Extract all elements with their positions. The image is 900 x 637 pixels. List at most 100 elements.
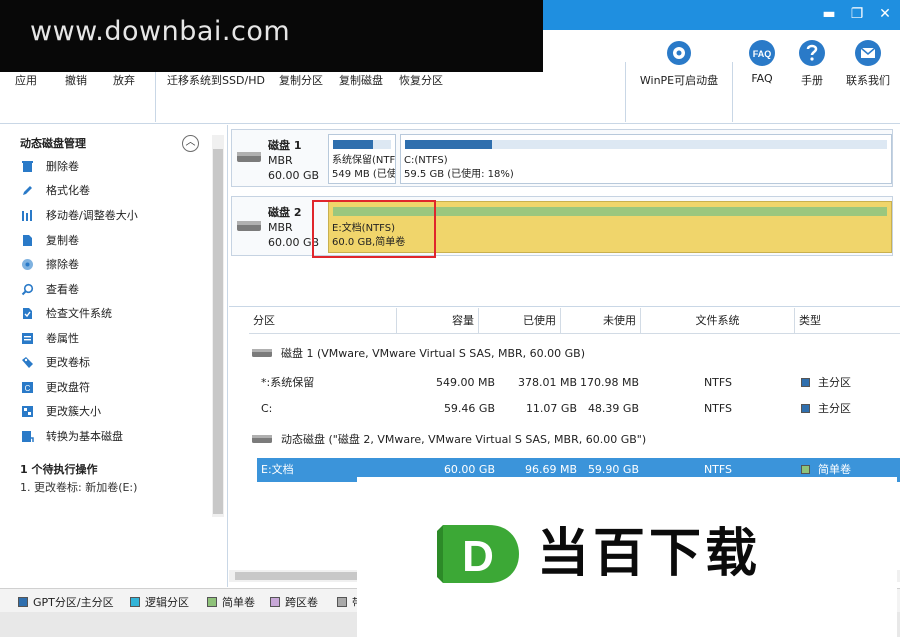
partition-info: 系统保留(NTFS) 549 MB (已使用 (332, 154, 396, 182)
window-controls: ▬ ❐ ✕ (820, 4, 894, 24)
partition-label: C:(NTFS) (404, 155, 448, 166)
column-partition[interactable]: 分区 (249, 308, 397, 334)
column-unused[interactable]: 未使用 (561, 308, 641, 334)
menu-item-label: 检查文件系统 (46, 307, 112, 320)
trash-icon (20, 159, 34, 173)
table-row[interactable]: *:系统保留 549.00 MB 378.01 MB 170.98 MB NTF… (249, 371, 900, 395)
menu-item-label: 移动卷/调整卷大小 (46, 209, 138, 222)
faq-label: FAQ (751, 72, 773, 85)
disk-1-type: MBR (268, 154, 293, 167)
copy-icon (20, 233, 34, 247)
menu-item-volume-properties[interactable]: 卷属性 (20, 328, 79, 348)
migrate-os-label: 迁移系统到SSD/HD (167, 74, 265, 87)
usage-bar-fill (405, 140, 492, 149)
partition-system-reserved[interactable]: 系统保留(NTFS) 549 MB (已使用 (328, 134, 396, 184)
contact-us-label: 联系我们 (846, 74, 890, 87)
scrollbar-thumb[interactable] (213, 149, 223, 514)
disk-group-row[interactable]: 动态磁盘 ("磁盘 2, VMware, VMware Virtual S SA… (251, 428, 646, 450)
cell-partition: C: (261, 402, 273, 415)
pending-operation-item[interactable]: 1. 更改卷标: 新加卷(E:) (20, 479, 137, 495)
watermark-text: www.downbai.com (30, 16, 291, 47)
contact-us-button[interactable]: 联系我们 (840, 38, 896, 94)
restore-partition-label: 恢复分区 (399, 74, 443, 87)
cell-partition: E:文档 (261, 463, 294, 476)
svg-text:C: C (24, 384, 30, 393)
column-used[interactable]: 已使用 (479, 308, 561, 334)
disk-group-row[interactable]: 磁盘 1 (VMware, VMware Virtual S SAS, MBR,… (251, 342, 585, 364)
legend-item-spanned: 跨区卷 (270, 594, 318, 610)
svg-text:D: D (462, 532, 494, 581)
highlight-box (312, 200, 436, 258)
menu-item-label: 更改簇大小 (46, 405, 101, 418)
column-file-system[interactable]: 文件系统 (641, 308, 795, 334)
legend-item-simple: 简单卷 (207, 594, 255, 610)
wipe-icon (20, 257, 34, 271)
column-capacity[interactable]: 容量 (397, 308, 479, 334)
disk-2-type: MBR (268, 221, 293, 234)
menu-item-label: 复制卷 (46, 234, 79, 247)
winpe-button[interactable]: WinPE可启动盘 (636, 38, 722, 94)
disk-map: 磁盘 1 MBR 60.00 GB 系统保留(NTFS) 549 MB (已使用… (229, 125, 900, 307)
cell-unused: 170.98 MB (579, 376, 639, 389)
manual-button[interactable]: 手册 (792, 38, 832, 94)
primary-swatch (801, 403, 810, 413)
legend-swatch (207, 597, 217, 607)
legend-label: 简单卷 (222, 596, 255, 609)
usage-bar-fill (333, 140, 374, 149)
pending-operations-title: 1 个待执行操作 (20, 463, 98, 476)
cell-type: 主分区 (801, 371, 851, 395)
table-row[interactable]: C: 59.46 GB 11.07 GB 48.39 GB NTFS 主分区 (249, 397, 900, 421)
menu-item-label: 更改盘符 (46, 381, 90, 394)
faq-button[interactable]: FAQ FAQ (742, 38, 782, 94)
operations-panel: 动态磁盘管理 ︿ 删除卷 格式化卷 移动卷/调整卷大小 复制卷 擦除卷 查看卷 … (0, 125, 228, 587)
legend-label: 逻辑分区 (145, 596, 189, 609)
menu-item-change-label[interactable]: 更改卷标 (20, 352, 90, 372)
menu-item-change-drive-letter[interactable]: C 更改盘符 (20, 377, 90, 397)
menu-item-change-cluster-size[interactable]: 更改簇大小 (20, 401, 101, 421)
site-logo-overlay: D 当百下载 (357, 477, 897, 637)
column-type[interactable]: 类型 (795, 308, 900, 334)
pencil-icon (20, 183, 34, 197)
convert-icon (20, 429, 34, 443)
disk-1-row[interactable]: 磁盘 1 MBR 60.00 GB 系统保留(NTFS) 549 MB (已使用… (231, 129, 893, 187)
cell-file-system: NTFS (703, 376, 733, 389)
close-button[interactable]: ✕ (876, 4, 894, 24)
menu-item-format-volume[interactable]: 格式化卷 (20, 180, 90, 200)
panel-scrollbar[interactable] (212, 135, 224, 517)
logo-text: 当百下载 (537, 524, 762, 584)
menu-item-wipe-volume[interactable]: 擦除卷 (20, 254, 79, 274)
menu-item-label: 卷属性 (46, 332, 79, 345)
magnifier-icon (20, 282, 34, 296)
copy-partition-label: 复制分区 (279, 74, 323, 87)
menu-item-label: 转换为基本磁盘 (46, 430, 123, 443)
menu-item-copy-volume[interactable]: 复制卷 (20, 230, 79, 250)
partition-c-drive[interactable]: C:(NTFS) 59.5 GB (已使用: 18%) (400, 134, 892, 184)
cell-partition: *:系统保留 (261, 376, 315, 389)
legend-swatch (18, 597, 28, 607)
legend-label: GPT分区/主分区 (33, 596, 114, 609)
menu-item-explore-volume[interactable]: 查看卷 (20, 279, 79, 299)
collapse-chevron-icon[interactable]: ︿ (182, 135, 199, 152)
cell-type-label: 主分区 (818, 376, 851, 389)
apply-label: 应用 (15, 74, 37, 87)
minimize-button[interactable]: ▬ (820, 4, 838, 24)
legend-swatch (130, 597, 140, 607)
menu-item-delete-volume[interactable]: 删除卷 (20, 156, 79, 176)
legend-swatch (270, 597, 280, 607)
legend-swatch (337, 597, 347, 607)
menu-item-convert-basic-disk[interactable]: 转换为基本磁盘 (20, 426, 123, 446)
cluster-icon (20, 404, 34, 418)
partition-size: 549 MB (已使用 (332, 169, 396, 180)
legend-item-primary: GPT分区/主分区 (18, 594, 114, 610)
copy-disk-label: 复制磁盘 (339, 74, 383, 87)
hard-disk-icon (237, 152, 261, 162)
disk-1-size: 60.00 GB (268, 169, 320, 182)
partition-size: 59.5 GB (已使用: 18%) (404, 169, 514, 180)
maximize-button[interactable]: ❐ (848, 4, 866, 24)
table-header: 分区 容量 已使用 未使用 文件系统 类型 (249, 308, 900, 334)
menu-item-check-file-system[interactable]: 检查文件系统 (20, 303, 112, 323)
discard-label: 放弃 (113, 74, 135, 87)
menu-item-resize-volume[interactable]: 移动卷/调整卷大小 (20, 205, 138, 225)
menu-item-label: 查看卷 (46, 283, 79, 296)
cell-type: 主分区 (801, 397, 851, 421)
